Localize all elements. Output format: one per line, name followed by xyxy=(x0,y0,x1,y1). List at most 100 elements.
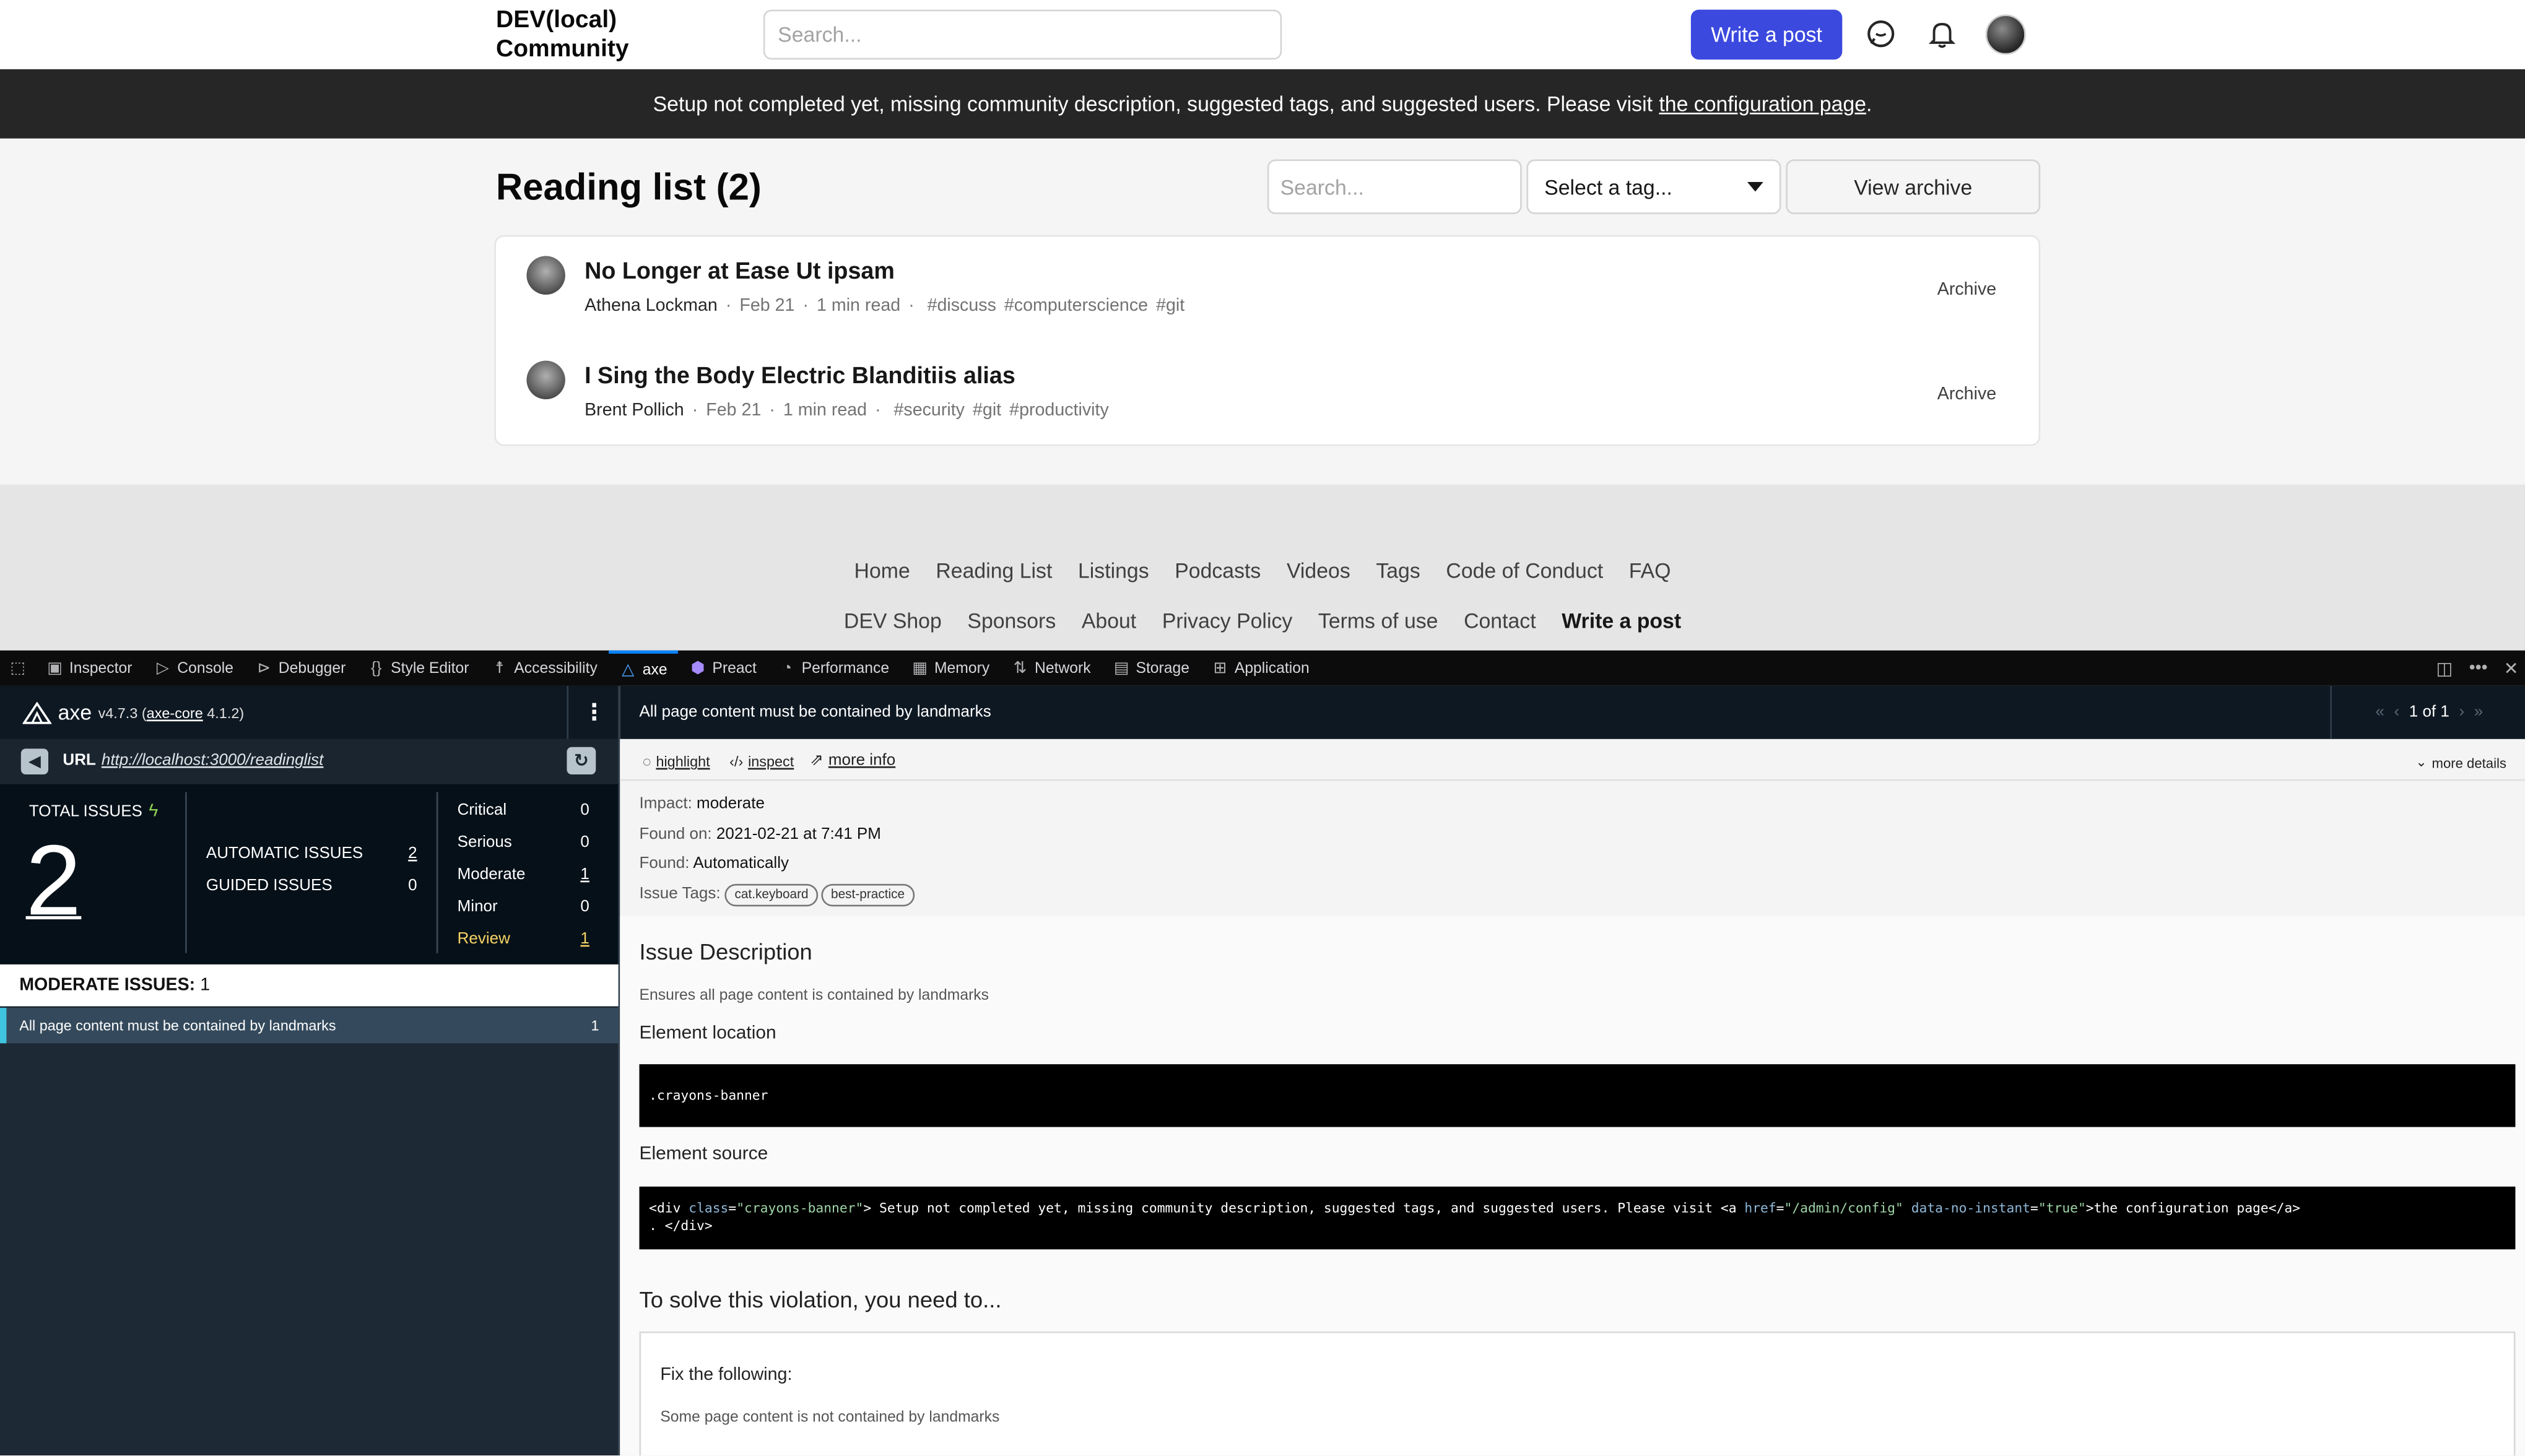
article-tag[interactable]: #git xyxy=(973,401,1001,420)
footer-link-code-of-conduct[interactable]: Code of Conduct xyxy=(1446,558,1603,583)
crayons-banner: Setup not completed yet, missing communi… xyxy=(0,69,2525,139)
reading-list: No Longer at Ease Ut ipsam Athena Lockma… xyxy=(494,235,2041,446)
archive-button[interactable]: Archive xyxy=(1937,385,1996,404)
devtools-tab-network[interactable]: ⇅ Network xyxy=(1001,651,1102,686)
header-search-input[interactable] xyxy=(763,9,1282,60)
article-title[interactable]: I Sing the Body Electric Blanditiis alia… xyxy=(585,364,1015,390)
article-tag[interactable]: #security xyxy=(893,401,965,420)
meta-separator: · xyxy=(908,296,915,316)
prev-page-icon[interactable]: ‹ xyxy=(2394,704,2399,722)
author-avatar[interactable] xyxy=(526,360,565,399)
issue-type-counts: AUTOMATIC ISSUES 2 GUIDED ISSUES 0 xyxy=(185,792,438,953)
found-on-value: 2021-02-21 at 7:41 PM xyxy=(716,825,881,843)
devtools-tab-console[interactable]: ▷ Console xyxy=(144,651,245,686)
close-icon[interactable]: ✕ xyxy=(2504,657,2519,678)
issue-tags-label: Issue Tags: xyxy=(639,885,721,903)
archive-button[interactable]: Archive xyxy=(1937,280,1996,300)
article-tag[interactable]: #discuss xyxy=(928,297,996,316)
footer-link-contact[interactable]: Contact xyxy=(1464,609,1536,633)
footer-link-reading-list[interactable]: Reading List xyxy=(936,558,1052,583)
devtools-tab-preact[interactable]: ⬢ Preact xyxy=(679,651,768,686)
article-title[interactable]: No Longer at Ease Ut ipsam xyxy=(585,259,895,285)
banner-text: Setup not completed yet, missing communi… xyxy=(653,92,1653,116)
article-tag[interactable]: #productivity xyxy=(1009,401,1109,420)
chat-bubble-icon[interactable] xyxy=(1865,18,1897,50)
write-post-button[interactable]: Write a post xyxy=(1690,9,1843,60)
severity-minor: Minor 0 xyxy=(458,898,589,916)
total-issues-label: TOTAL ISSUES ϟ xyxy=(29,802,159,821)
more-details-toggle[interactable]: ⌄ more details xyxy=(2415,753,2506,771)
devtools-tab-application[interactable]: ⊞ Application xyxy=(1201,651,1321,686)
tab-label: Accessibility xyxy=(514,659,598,677)
footer-link-terms-of-use[interactable]: Terms of use xyxy=(1318,609,1438,633)
devtools-tab-axe[interactable]: △ axe xyxy=(609,650,679,686)
reading-list-search-input[interactable] xyxy=(1267,159,1522,214)
author-name[interactable]: Brent Pollich xyxy=(585,401,684,420)
next-page-icon[interactable]: › xyxy=(2459,704,2464,722)
highlight-button[interactable]: ◌ highlight xyxy=(643,753,710,769)
footer-link-sponsors[interactable]: Sponsors xyxy=(967,609,1056,633)
severity-label: Moderate xyxy=(457,866,526,884)
devtools-tab-debugger[interactable]: ⊳ Debugger xyxy=(245,651,357,686)
total-issues-count[interactable]: 2 xyxy=(26,828,82,935)
read-time: 1 min read xyxy=(817,296,901,316)
article-meta: Brent Pollich · Feb 21 · 1 min read · #s… xyxy=(585,401,1109,420)
tab-label: Preact xyxy=(712,659,757,677)
axe-menu-button[interactable]: ⋮ xyxy=(567,685,620,739)
footer-link-podcasts[interactable]: Podcasts xyxy=(1175,558,1261,583)
footer-link-faq[interactable]: FAQ xyxy=(1629,558,1671,583)
author-name[interactable]: Athena Lockman xyxy=(585,297,718,316)
footer-link-write-a-post[interactable]: Write a post xyxy=(1562,609,1681,633)
article-tag[interactable]: #computerscience xyxy=(1004,297,1148,316)
first-page-icon[interactable]: « xyxy=(2375,704,2384,722)
devtools-tab-performance[interactable]: ◔ Performance xyxy=(768,651,900,686)
issue-description-text: Ensures all page content is contained by… xyxy=(639,987,989,1005)
severity-critical: Critical 0 xyxy=(458,802,589,820)
tab-label: Performance xyxy=(801,659,890,677)
banner-period: . xyxy=(1866,92,1872,116)
footer-link-dev-shop[interactable]: DEV Shop xyxy=(844,609,942,633)
configuration-page-link[interactable]: the configuration page xyxy=(1659,92,1866,116)
axe-version: v4.7.3 xyxy=(98,704,138,721)
automatic-issues-label: AUTOMATIC ISSUES xyxy=(206,845,363,864)
severity-count[interactable]: 1 xyxy=(580,866,589,884)
moderate-issues-label: MODERATE ISSUES: xyxy=(19,976,196,995)
back-icon[interactable]: ◀ xyxy=(20,748,49,774)
article-tag[interactable]: #git xyxy=(1156,297,1184,316)
automatic-issues-count[interactable]: 2 xyxy=(408,845,417,863)
axe-core-link[interactable]: axe-core xyxy=(147,704,203,721)
inspect-button[interactable]: ‹/› inspect xyxy=(729,753,794,769)
devtools-tab-inspector[interactable]: ▣ Inspector xyxy=(35,651,143,686)
pager-text: 1 of 1 xyxy=(2409,703,2449,722)
element-location-heading: Element location xyxy=(639,1024,776,1044)
dock-side-icon[interactable]: ◫ xyxy=(2436,657,2453,678)
author-avatar[interactable] xyxy=(526,256,565,295)
user-avatar[interactable] xyxy=(1985,14,2026,55)
inspector-icon: ▣ xyxy=(47,659,63,677)
impact-value: moderate xyxy=(697,795,765,813)
footer-link-about[interactable]: About xyxy=(1082,609,1136,633)
scanned-url[interactable]: http://localhost:3000/readinglist xyxy=(102,752,324,770)
devtools-tab-storage[interactable]: ▤ Storage xyxy=(1102,651,1201,686)
tab-label: Memory xyxy=(934,659,990,677)
footer-link-home[interactable]: Home xyxy=(854,558,910,583)
more-info-link[interactable]: ⇗ more info xyxy=(810,752,895,770)
view-archive-button[interactable]: View archive xyxy=(1786,159,2041,214)
devtools-tab-memory[interactable]: ▦ Memory xyxy=(900,651,1001,686)
bell-icon[interactable] xyxy=(1926,18,1958,50)
more-options-icon[interactable]: ••• xyxy=(2469,659,2488,678)
devtools-tab-accessibility[interactable]: ☨ Accessibility xyxy=(480,651,609,686)
rescan-button[interactable]: ↻ xyxy=(567,747,596,774)
issue-list-item[interactable]: All page content must be contained by la… xyxy=(0,1008,619,1044)
devtools-tab-style-editor[interactable]: {} Style Editor xyxy=(357,651,480,686)
footer-link-listings[interactable]: Listings xyxy=(1078,558,1149,583)
moderate-issues-heading: MODERATE ISSUES: 1 xyxy=(0,964,619,1007)
footer-link-videos[interactable]: Videos xyxy=(1287,558,1350,583)
footer-link-privacy-policy[interactable]: Privacy Policy xyxy=(1162,609,1292,633)
element-picker-button[interactable]: ⬚ xyxy=(0,651,35,686)
last-page-icon[interactable]: » xyxy=(2474,704,2483,722)
severity-count[interactable]: 1 xyxy=(580,930,589,948)
tag-select[interactable]: Select a tag... xyxy=(1526,159,1781,214)
footer-link-tags[interactable]: Tags xyxy=(1376,558,1420,583)
site-logo[interactable]: DEV(local) Community xyxy=(496,6,673,64)
